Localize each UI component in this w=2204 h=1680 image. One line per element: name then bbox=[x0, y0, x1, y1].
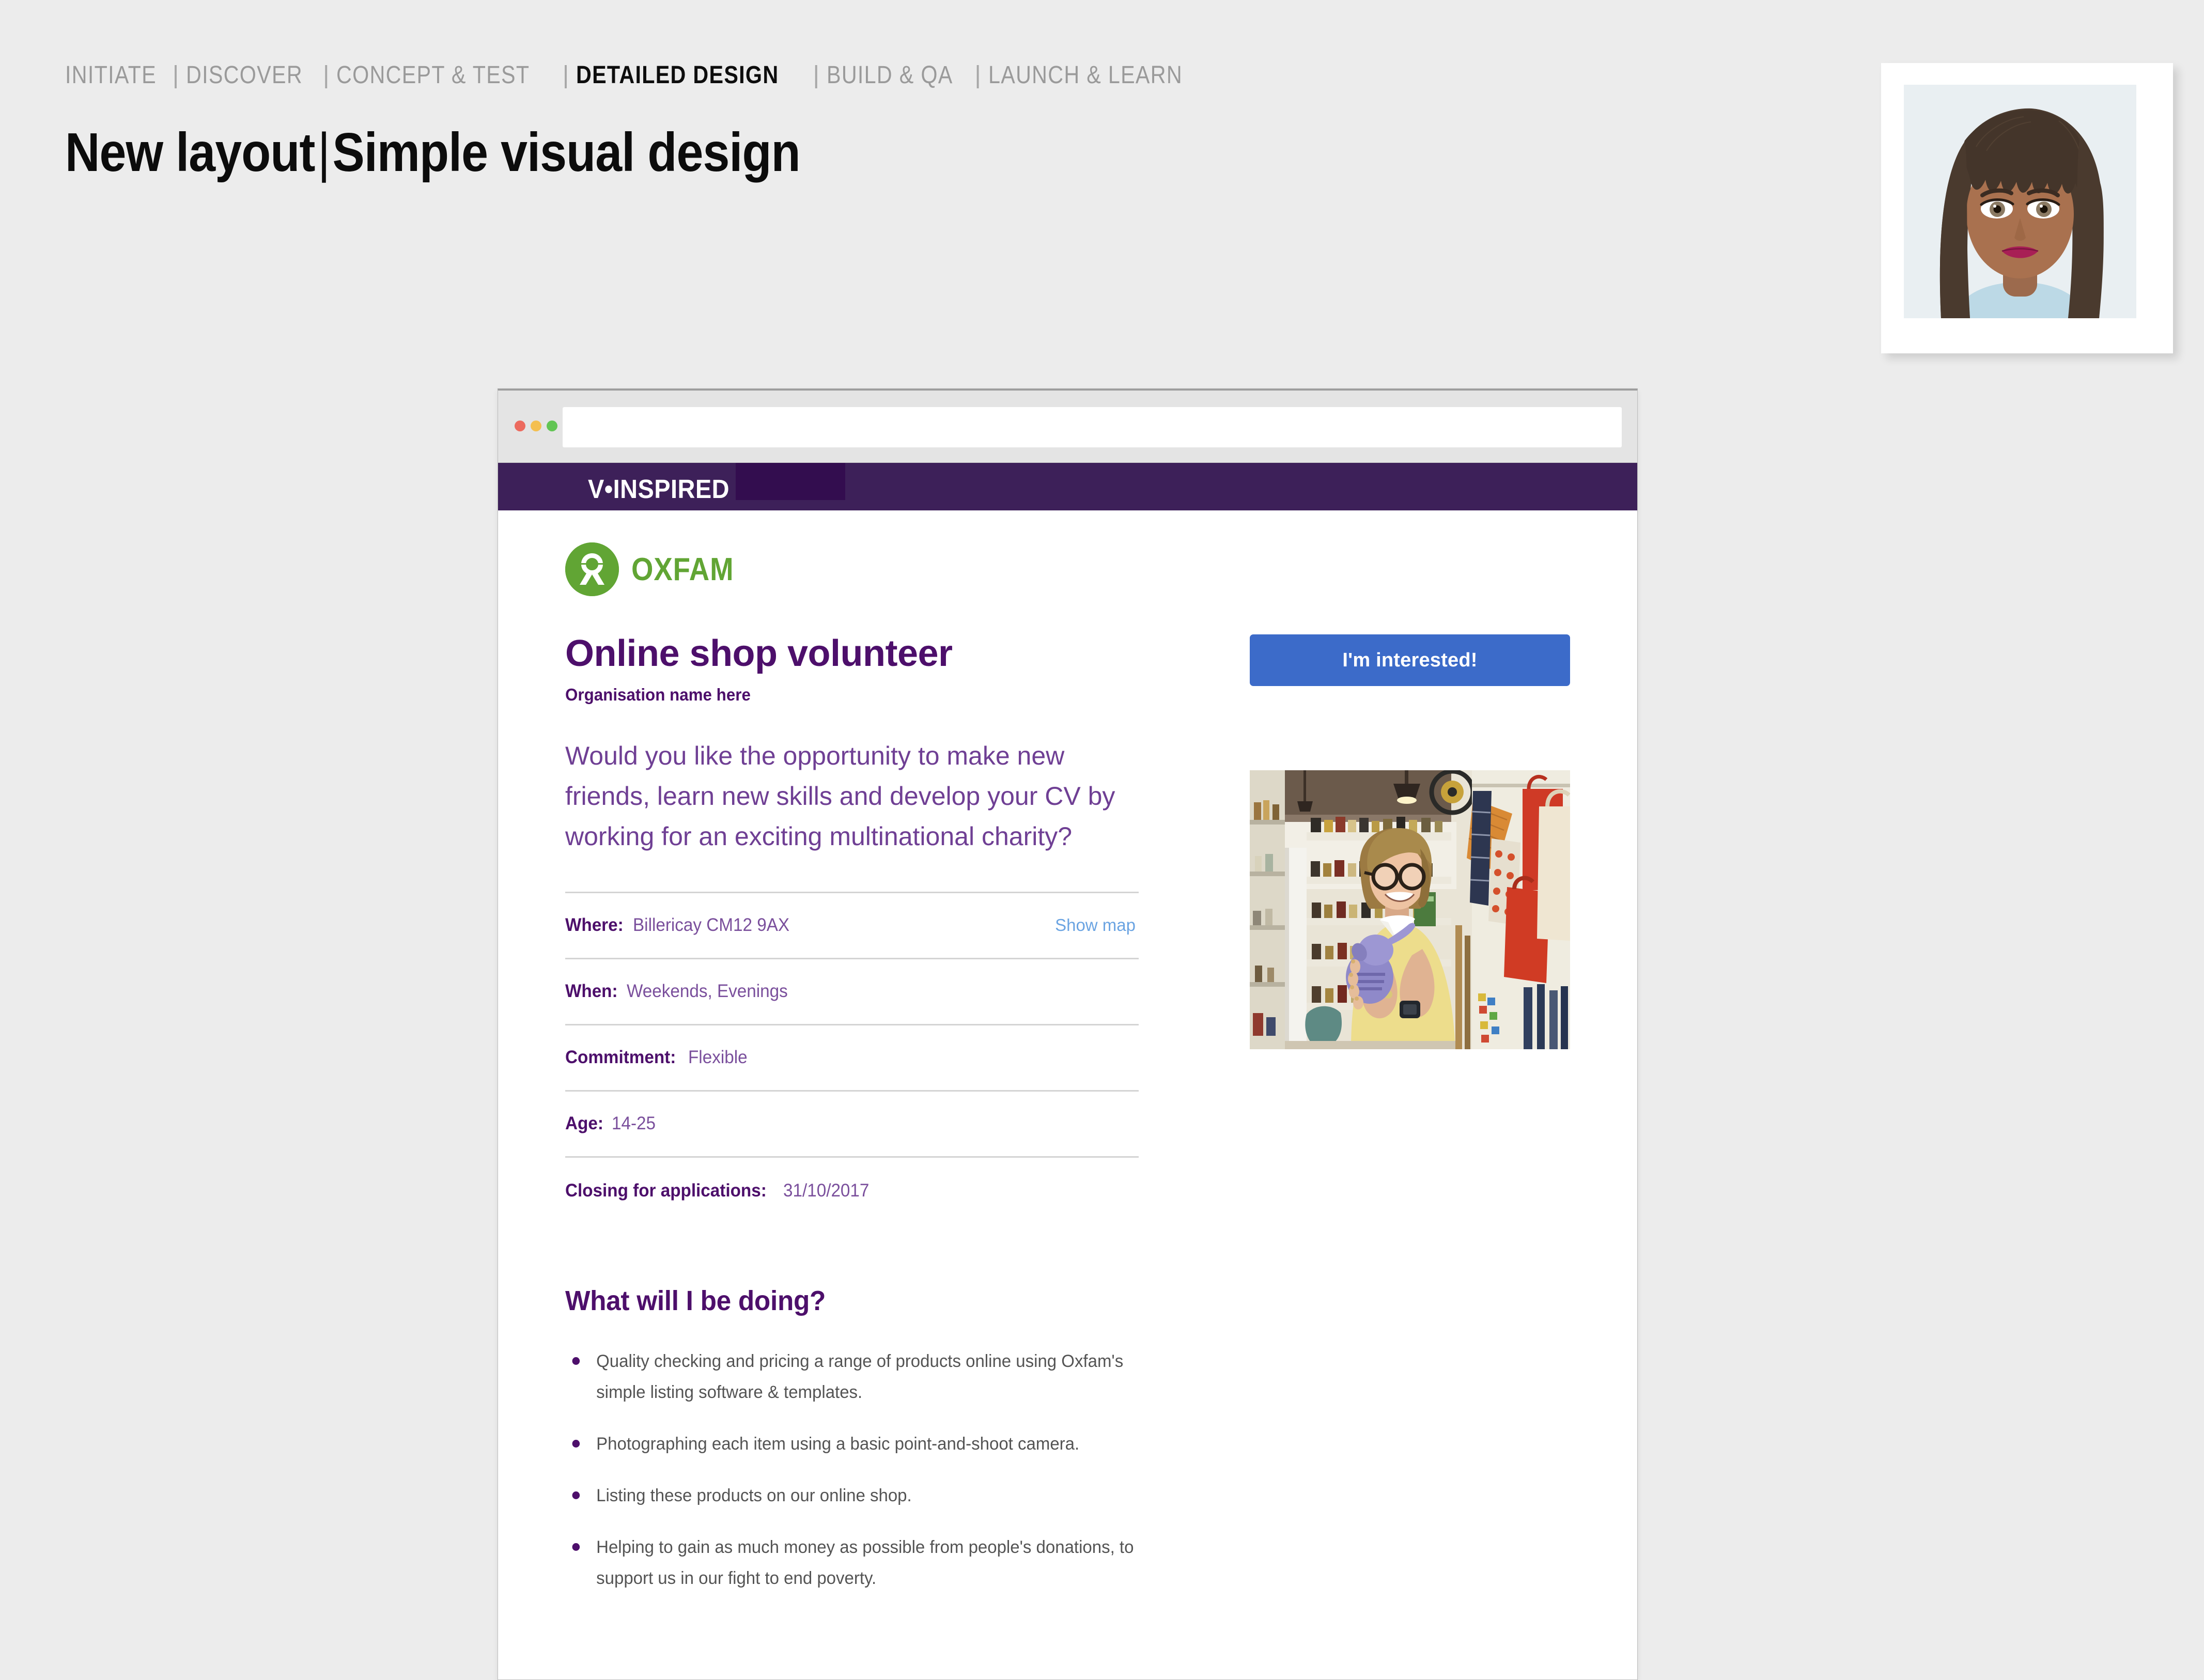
detail-label: Where: bbox=[565, 915, 624, 936]
oxfam-logo: OXFAM bbox=[565, 542, 748, 596]
breadcrumb-item-discover[interactable]: DISCOVER bbox=[186, 61, 303, 89]
breadcrumb-separator: | bbox=[562, 61, 569, 89]
persona-card bbox=[1881, 63, 2173, 353]
breadcrumb-item-launch-learn[interactable]: LAUNCH & LEARN bbox=[988, 61, 1183, 89]
detail-label: Commitment: bbox=[565, 1047, 676, 1068]
im-interested-button[interactable]: I'm interested! bbox=[1250, 634, 1570, 686]
minimize-icon[interactable] bbox=[531, 421, 541, 431]
detail-value: Flexible bbox=[688, 1047, 748, 1068]
detail-row-commitment: Commitment: Flexible bbox=[565, 1025, 1139, 1092]
detail-value: 14-25 bbox=[611, 1113, 656, 1134]
page-title-main: New layout bbox=[65, 122, 315, 183]
show-map-link[interactable]: Show map bbox=[1055, 915, 1136, 935]
detail-label: Age: bbox=[565, 1113, 603, 1134]
page-title: New layout|Simple visual design bbox=[65, 121, 801, 184]
breadcrumb-item-detailed-design[interactable]: DETAILED DESIGN bbox=[576, 61, 779, 89]
browser-chrome bbox=[498, 391, 1637, 463]
address-bar[interactable] bbox=[563, 407, 1622, 447]
detail-label: When: bbox=[565, 981, 618, 1002]
listing-details: Where: Billericay CM12 9AX Show map When… bbox=[565, 891, 1139, 1224]
detail-value: Billericay CM12 9AX bbox=[632, 915, 789, 936]
detail-value: 31/10/2017 bbox=[783, 1180, 870, 1201]
what-will-i-be-doing-section: What will I be doing? Quality checking a… bbox=[565, 1285, 1185, 1594]
avatar bbox=[1904, 85, 2136, 318]
page-content: OXFAM Online shop volunteer Organisation… bbox=[498, 510, 1637, 1679]
listing-hero-photo bbox=[1250, 770, 1570, 1049]
breadcrumb-item-concept-test[interactable]: CONCEPT & TEST bbox=[336, 61, 530, 89]
list-item: Listing these products on our online sho… bbox=[565, 1480, 1167, 1511]
detail-value: Weekends, Evenings bbox=[626, 981, 788, 1002]
list-item: Photographing each item using a basic po… bbox=[565, 1428, 1167, 1459]
detail-row-age: Age: 14-25 bbox=[565, 1092, 1139, 1158]
listing-main-column: Online shop volunteer Organisation name … bbox=[565, 634, 1185, 1615]
list-item: Quality checking and pricing a range of … bbox=[565, 1346, 1167, 1408]
breadcrumb: INITIATE | DISCOVER | CONCEPT & TEST | D… bbox=[65, 61, 1214, 89]
vinspired-logo[interactable]: V•INSPIRED bbox=[588, 474, 730, 504]
listing-columns: Online shop volunteer Organisation name … bbox=[565, 634, 1586, 1615]
detail-row-where: Where: Billericay CM12 9AX Show map bbox=[565, 893, 1139, 959]
breadcrumb-item-build-qa[interactable]: BUILD & QA bbox=[827, 61, 953, 89]
breadcrumb-item-initiate[interactable]: INITIATE bbox=[65, 61, 157, 89]
page-title-divider: | bbox=[317, 122, 330, 183]
listing-aside-column: I'm interested! bbox=[1250, 634, 1570, 1615]
breadcrumb-separator: | bbox=[172, 61, 179, 89]
detail-row-when: When: Weekends, Evenings bbox=[565, 959, 1139, 1025]
page-title-sub: Simple visual design bbox=[332, 122, 801, 183]
close-icon[interactable] bbox=[515, 421, 525, 431]
detail-row-closing: Closing for applications: 31/10/2017 bbox=[565, 1158, 1139, 1224]
breadcrumb-separator: | bbox=[974, 61, 981, 89]
job-intro-text: Would you like the opportunity to make n… bbox=[565, 741, 1115, 851]
oxfam-mark-icon bbox=[565, 542, 619, 596]
oxfam-wordmark: OXFAM bbox=[631, 551, 734, 587]
brand-accent-block bbox=[736, 463, 845, 500]
organisation-name: Organisation name here bbox=[565, 685, 751, 704]
traffic-lights bbox=[515, 421, 557, 431]
site-brand-bar: V•INSPIRED bbox=[498, 463, 1637, 510]
breadcrumb-separator: | bbox=[813, 61, 819, 89]
detail-label: Closing for applications: bbox=[565, 1180, 767, 1201]
browser-window: V•INSPIRED OXFAM Online shop volunteer O… bbox=[498, 388, 1638, 1680]
breadcrumb-separator: | bbox=[322, 61, 330, 89]
responsibilities-list: Quality checking and pricing a range of … bbox=[565, 1346, 1185, 1594]
job-title: Online shop volunteer bbox=[565, 633, 953, 674]
section-heading: What will I be doing? bbox=[565, 1285, 826, 1316]
list-item: Helping to gain as much money as possibl… bbox=[565, 1532, 1167, 1594]
maximize-icon[interactable] bbox=[547, 421, 557, 431]
